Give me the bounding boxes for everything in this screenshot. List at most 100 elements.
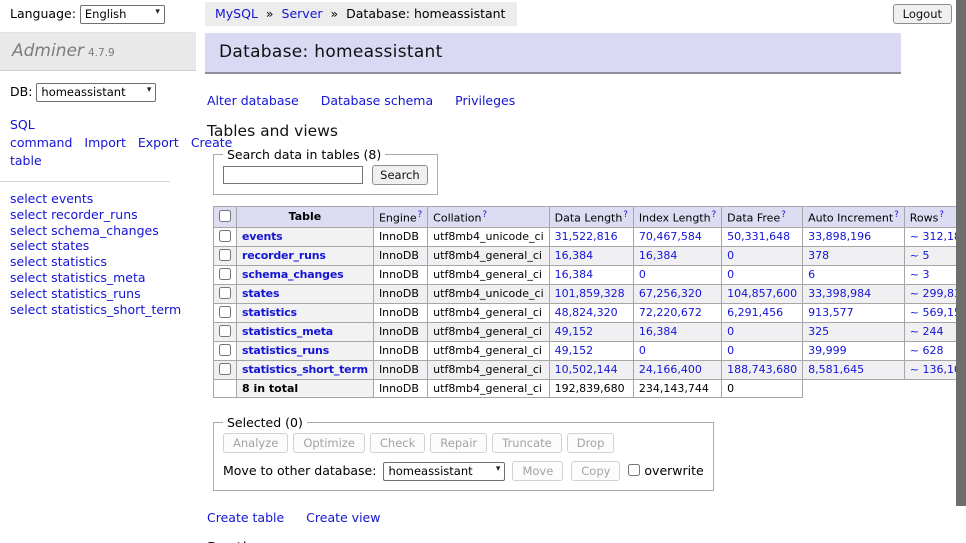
menu-link-import[interactable]: Import: [84, 135, 126, 150]
table-link-schema-changes[interactable]: schema_changes: [51, 223, 159, 238]
analyze-button[interactable]: Analyze: [223, 433, 288, 453]
row-checkbox[interactable]: [219, 363, 231, 375]
overwrite-checkbox[interactable]: [628, 464, 640, 476]
scrollbar-thumb[interactable]: [956, 0, 966, 506]
table-name-link-statistics[interactable]: statistics: [242, 306, 297, 319]
cell-auto-increment: 378: [803, 246, 905, 265]
cell-index-length: 24,166,400: [633, 360, 721, 379]
breadcrumb-link-server[interactable]: Server: [282, 6, 323, 21]
total-blank-cell: [803, 379, 905, 397]
move-db-select[interactable]: homeassistant: [383, 462, 505, 481]
link-privileges[interactable]: Privileges: [455, 93, 515, 108]
select-link-states[interactable]: select: [10, 238, 47, 253]
cell-auto-increment: 6: [803, 265, 905, 284]
db-select[interactable]: homeassistant: [36, 83, 156, 102]
cell-index-length: 67,256,320: [633, 284, 721, 303]
table-name-link-events[interactable]: events: [242, 230, 283, 243]
select-link-statistics-runs[interactable]: select: [10, 286, 47, 301]
table-name-link-statistics-short-term[interactable]: statistics_short_term: [242, 363, 368, 376]
cell-collation: utf8mb4_general_ci: [428, 360, 549, 379]
table-name-link-recorder-runs[interactable]: recorder_runs: [242, 249, 326, 262]
row-checkbox[interactable]: [219, 230, 231, 242]
logout-button[interactable]: Logout: [893, 4, 952, 24]
column-help-link[interactable]: ?: [939, 210, 944, 220]
table-row-schema-changes: schema_changesInnoDButf8mb4_general_ci16…: [214, 265, 966, 284]
cell-data-free: 104,857,600: [722, 284, 803, 303]
table-header-row: TableEngine?Collation?Data Length?Index …: [214, 207, 966, 228]
truncate-button[interactable]: Truncate: [492, 433, 562, 453]
select-all-checkbox[interactable]: [219, 210, 231, 222]
drop-button[interactable]: Drop: [567, 433, 615, 453]
main-content: MySQL » Server » Database: homeassistant…: [205, 0, 901, 543]
breadcrumb-separator: »: [262, 6, 278, 21]
select-link-statistics-meta[interactable]: select: [10, 270, 47, 285]
total-data-length: 192,839,680: [549, 379, 633, 397]
cell-collation: utf8mb4_unicode_ci: [428, 227, 549, 246]
select-link-schema-changes[interactable]: select: [10, 223, 47, 238]
cell-data-free: 0: [722, 246, 803, 265]
sidebar-table-row: select statistics: [10, 254, 196, 270]
row-checkbox[interactable]: [219, 268, 231, 280]
app-logo[interactable]: Adminer: [12, 41, 84, 61]
breadcrumb-link-mysql[interactable]: MySQL: [215, 6, 258, 21]
column-help-link[interactable]: ?: [712, 210, 717, 220]
table-link-statistics-meta[interactable]: statistics_meta: [51, 270, 145, 285]
language-select[interactable]: English: [80, 5, 165, 24]
row-checkbox[interactable]: [219, 306, 231, 318]
copy-button[interactable]: Copy: [571, 461, 620, 481]
app-version[interactable]: 4.7.9: [88, 47, 115, 59]
cell-data-free: 0: [722, 341, 803, 360]
header-checkbox-cell: [214, 207, 237, 228]
optimize-button[interactable]: Optimize: [293, 433, 365, 453]
cell-auto-increment: 33,398,984: [803, 284, 905, 303]
menu-link-sql-command[interactable]: SQL command: [10, 117, 72, 150]
row-checkbox[interactable]: [219, 249, 231, 261]
search-legend: Search data in tables (8): [223, 147, 385, 162]
language-row: Language: English ▾: [0, 0, 196, 24]
search-button[interactable]: Search: [372, 165, 428, 185]
sidebar-table-row: select statistics_meta: [10, 270, 196, 286]
cell-data-length: 49,152: [549, 341, 633, 360]
table-name-link-statistics-runs[interactable]: statistics_runs: [242, 344, 329, 357]
db-label: DB:: [10, 84, 32, 99]
link-create-table[interactable]: Create table: [207, 510, 284, 525]
row-checkbox[interactable]: [219, 344, 231, 356]
move-row: Move to other database: homeassistant ▾ …: [223, 461, 704, 481]
table-name-link-schema-changes[interactable]: schema_changes: [242, 268, 343, 281]
cell-data-length: 16,384: [549, 246, 633, 265]
table-row-recorder-runs: recorder_runsInnoDButf8mb4_general_ci16,…: [214, 246, 966, 265]
cell-data-length: 31,522,816: [549, 227, 633, 246]
table-name-link-states[interactable]: states: [242, 287, 279, 300]
column-help-link[interactable]: ?: [781, 210, 786, 220]
vertical-scrollbar[interactable]: [956, 0, 966, 543]
row-checkbox[interactable]: [219, 325, 231, 337]
move-button[interactable]: Move: [512, 461, 563, 481]
link-database-schema[interactable]: Database schema: [321, 93, 433, 108]
select-link-recorder-runs[interactable]: select: [10, 207, 47, 222]
row-checkbox[interactable]: [219, 287, 231, 299]
check-button[interactable]: Check: [370, 433, 425, 453]
select-link-events[interactable]: select: [10, 191, 47, 206]
table-row-statistics-meta: statistics_metaInnoDButf8mb4_general_ci4…: [214, 322, 966, 341]
link-create-view[interactable]: Create view: [306, 510, 380, 525]
selected-legend: Selected (0): [223, 415, 307, 430]
table-row-states: statesInnoDButf8mb4_unicode_ci101,859,32…: [214, 284, 966, 303]
search-input[interactable]: [223, 166, 363, 184]
table-link-statistics-short-term[interactable]: statistics_short_term: [51, 302, 181, 317]
table-link-statistics[interactable]: statistics: [51, 254, 107, 269]
table-name-link-statistics-meta[interactable]: statistics_meta: [242, 325, 333, 338]
link-alter-database[interactable]: Alter database: [207, 93, 299, 108]
table-link-events[interactable]: events: [51, 191, 93, 206]
table-link-recorder-runs[interactable]: recorder_runs: [51, 207, 138, 222]
cell-index-length: 72,220,672: [633, 303, 721, 322]
column-help-link[interactable]: ?: [418, 210, 423, 220]
select-link-statistics-short-term[interactable]: select: [10, 302, 47, 317]
column-help-link[interactable]: ?: [623, 210, 628, 220]
menu-link-export[interactable]: Export: [138, 135, 179, 150]
select-link-statistics[interactable]: select: [10, 254, 47, 269]
table-link-statistics-runs[interactable]: statistics_runs: [51, 286, 140, 301]
table-link-states[interactable]: states: [51, 238, 89, 253]
repair-button[interactable]: Repair: [430, 433, 487, 453]
column-help-link[interactable]: ?: [894, 210, 899, 220]
column-help-link[interactable]: ?: [483, 210, 488, 220]
